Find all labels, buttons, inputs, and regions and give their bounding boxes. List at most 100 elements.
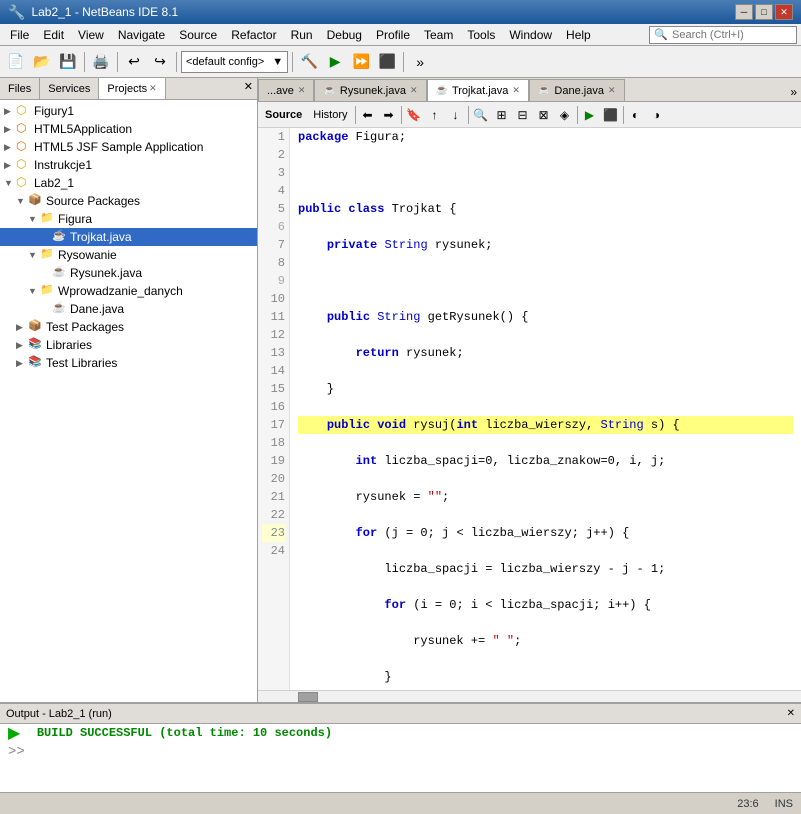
tree-label-rysowanie: Rysowanie: [58, 248, 117, 262]
tree-item-test-packages[interactable]: ▶ 📦 Test Packages: [0, 318, 257, 336]
ed-btn2[interactable]: ⊟: [513, 105, 533, 125]
tree-item-source-packages[interactable]: ▼ 📦 Source Packages: [0, 192, 257, 210]
ed-btn3[interactable]: ⊠: [534, 105, 554, 125]
tree-label-lab21: Lab2_1: [34, 176, 74, 190]
tab-trojkat[interactable]: ☕ Trojkat.java ✕: [427, 79, 529, 101]
close-button[interactable]: ✕: [775, 4, 793, 20]
menu-help[interactable]: Help: [560, 26, 597, 44]
output-tab-close[interactable]: ✕: [787, 708, 795, 719]
tree-item-rysowanie[interactable]: ▼ 📁 Rysowanie: [0, 246, 257, 264]
search-editor[interactable]: 🔍: [471, 105, 491, 125]
run-ed-btn[interactable]: ▶: [580, 105, 600, 125]
tab-projects[interactable]: Projects ✕: [99, 78, 165, 99]
tree-item-wprowadzanie[interactable]: ▼ 📁 Wprowadzanie_danych: [0, 282, 257, 300]
tab-trojkat-label: Trojkat.java: [452, 85, 508, 97]
new-button[interactable]: 📄: [4, 50, 28, 74]
tree-item-html5app[interactable]: ▶ ⬡ HTML5Application: [0, 120, 257, 138]
output-header-controls: ✕: [787, 708, 795, 719]
maximize-button[interactable]: □: [755, 4, 773, 20]
line-num-10: 10: [262, 290, 285, 308]
ed-btn1[interactable]: ⊞: [492, 105, 512, 125]
stop-ed-btn[interactable]: ⬛: [601, 105, 621, 125]
stop-button[interactable]: ⬛: [375, 50, 399, 74]
menu-window[interactable]: Window: [503, 26, 558, 44]
ed-btn4[interactable]: ◈: [555, 105, 575, 125]
menu-edit[interactable]: Edit: [37, 26, 70, 44]
code-area[interactable]: 1 2 3 4 5 6 7 8 9 10 11 12 13 14 15 16 1…: [258, 128, 801, 690]
left-panel-close[interactable]: ✕: [240, 78, 257, 99]
menu-file[interactable]: File: [4, 26, 35, 44]
tab-rysunek[interactable]: ☕ Rysunek.java ✕: [314, 79, 426, 101]
title-bar-controls: ─ □ ✕: [735, 4, 793, 20]
tree-item-rysunek[interactable]: ☕ Rysunek.java: [0, 264, 257, 282]
back-button[interactable]: ⬅: [358, 105, 378, 125]
forward-button[interactable]: ➡: [379, 105, 399, 125]
tree-arrow-figura: ▼: [28, 214, 40, 224]
horizontal-scrollbar[interactable]: [258, 690, 801, 702]
menu-navigate[interactable]: Navigate: [112, 26, 171, 44]
ed-more2[interactable]: ◑: [647, 105, 667, 125]
code-content[interactable]: package Figura; public class Trojkat { p…: [290, 128, 801, 690]
prev-bookmark[interactable]: ↑: [425, 105, 445, 125]
tree-item-figury1[interactable]: ▶ ⬡ Figury1: [0, 102, 257, 120]
redo-button[interactable]: ↪: [148, 50, 172, 74]
menu-refactor[interactable]: Refactor: [225, 26, 282, 44]
save-button[interactable]: 💾: [56, 50, 80, 74]
title-bar: 🔧 Lab2_1 - NetBeans IDE 8.1 ─ □ ✕: [0, 0, 801, 24]
tree-item-libraries[interactable]: ▶ 📚 Libraries: [0, 336, 257, 354]
run-again-icon[interactable]: ▶: [8, 726, 25, 742]
run-button[interactable]: ▶: [323, 50, 347, 74]
code-line-7: return rysunek;: [298, 344, 793, 362]
search-input[interactable]: [672, 29, 792, 41]
menu-tools[interactable]: Tools: [461, 26, 501, 44]
tree-item-instrukcje1[interactable]: ▶ ⬡ Instrukcje1: [0, 156, 257, 174]
ed-more1[interactable]: ◐: [626, 105, 646, 125]
tab-ave-close[interactable]: ✕: [298, 85, 306, 96]
output-panel: Output - Lab2_1 (run) ✕ ▶ >> BUILD SUCCE…: [0, 702, 801, 792]
tree-item-test-libraries[interactable]: ▶ 📚 Test Libraries: [0, 354, 257, 372]
config-dropdown[interactable]: <default config> ▼: [181, 51, 288, 73]
line-num-20: 20: [262, 470, 285, 488]
tab-dane[interactable]: ☕ Dane.java ✕: [529, 79, 625, 101]
tab-files[interactable]: Files: [0, 78, 40, 99]
more-button[interactable]: »: [408, 50, 432, 74]
project-icon-lab21: ⬡: [16, 175, 32, 191]
tree-label-html5app: HTML5Application: [34, 122, 132, 136]
h-scroll-track[interactable]: [318, 692, 801, 702]
tab-overflow[interactable]: »: [786, 83, 801, 101]
h-scroll-thumb[interactable]: [298, 692, 318, 702]
tree-item-dane[interactable]: ☕ Dane.java: [0, 300, 257, 318]
search-box[interactable]: 🔍: [649, 26, 797, 44]
menu-profile[interactable]: Profile: [370, 26, 416, 44]
debug-run-button[interactable]: ⏩: [349, 50, 373, 74]
code-line-5: [298, 272, 793, 290]
toggle-bookmark[interactable]: 🔖: [404, 105, 424, 125]
tab-projects-close[interactable]: ✕: [149, 83, 157, 94]
tab-dane-close[interactable]: ✕: [608, 85, 616, 96]
tree-item-figura[interactable]: ▼ 📁 Figura: [0, 210, 257, 228]
status-position: 23:6: [737, 798, 758, 810]
tree-item-html5jsf[interactable]: ▶ ⬡ HTML5 JSF Sample Application: [0, 138, 257, 156]
next-bookmark[interactable]: ↓: [446, 105, 466, 125]
sep1: [84, 52, 85, 72]
minimize-button[interactable]: ─: [735, 4, 753, 20]
print-button[interactable]: 🖨️: [89, 50, 113, 74]
undo-button[interactable]: ↩: [122, 50, 146, 74]
tree-item-lab21[interactable]: ▼ ⬡ Lab2_1: [0, 174, 257, 192]
tab-trojkat-close[interactable]: ✕: [512, 85, 520, 96]
menu-view[interactable]: View: [72, 26, 110, 44]
menu-source[interactable]: Source: [173, 26, 223, 44]
source-tab[interactable]: Source: [260, 105, 307, 125]
tree-label-libraries: Libraries: [46, 338, 92, 352]
open-button[interactable]: 📂: [30, 50, 54, 74]
menu-debug[interactable]: Debug: [321, 26, 368, 44]
tab-rysunek-close[interactable]: ✕: [410, 85, 418, 96]
tab-services[interactable]: Services: [40, 78, 99, 99]
tab-ave[interactable]: ...ave ✕: [258, 79, 314, 101]
tree-item-trojkat[interactable]: ☕ Trojkat.java: [0, 228, 257, 246]
menu-team[interactable]: Team: [418, 26, 459, 44]
tree-label-source-packages: Source Packages: [46, 194, 140, 208]
menu-run[interactable]: Run: [285, 26, 319, 44]
build-button[interactable]: 🔨: [297, 50, 321, 74]
history-tab[interactable]: History: [308, 105, 352, 125]
